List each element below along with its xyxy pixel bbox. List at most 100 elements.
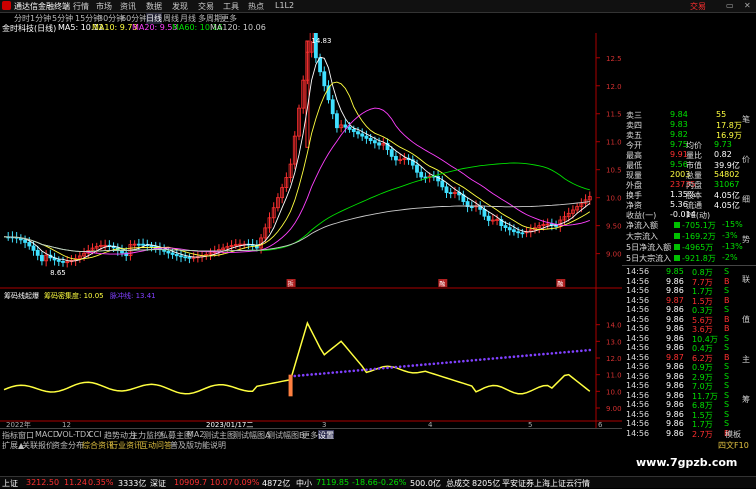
extension-tab[interactable]: 普及版功能说明 — [170, 440, 226, 451]
menu-item[interactable]: 市场 — [96, 1, 112, 12]
side-tab[interactable]: 主 — [742, 354, 750, 365]
tick-volume: 2.7万 — [692, 429, 713, 439]
tick-row: 14:56 9.86 1.5万 S — [622, 410, 756, 420]
ma-line — [3, 81, 591, 260]
indicator-series-label: 脉冲线: 13.41 — [110, 291, 156, 300]
kline-ytick: 9.50 — [606, 223, 622, 231]
pulse-dot — [512, 355, 516, 359]
candle-body — [23, 239, 27, 243]
menu-item[interactable]: 热点 — [248, 1, 264, 12]
candle-body — [394, 155, 398, 161]
pulse-dot — [407, 364, 410, 368]
extension-tab[interactable]: 关联报价 — [22, 440, 54, 451]
tick-time: 14:56 — [626, 333, 650, 343]
pulse-dot — [588, 348, 592, 352]
tick-price: 9.87 — [666, 352, 684, 362]
indicator-tab[interactable]: MACD — [35, 430, 59, 439]
tick-row: 14:56 9.86 10.4万 S — [622, 334, 756, 344]
tick-time: 14:56 — [626, 276, 650, 286]
tick-side: B — [724, 295, 730, 305]
extension-tab[interactable]: 行业资讯 — [110, 440, 142, 451]
extension-tab[interactable]: 扩展▲ — [2, 440, 24, 451]
indicator-series-label: 筹码密集度: 10.05 — [44, 291, 104, 300]
market-status-bar: 上证 3212.50 11.24 0.35% 3333亿 深证 10909.7 … — [0, 476, 756, 488]
tick-row: 14:56 9.86 0.9万 S — [622, 362, 756, 372]
side-tab[interactable]: 势 — [742, 234, 750, 245]
sz-index-change: 10.07 — [210, 478, 233, 487]
pulse-dot — [318, 372, 322, 376]
close-icon[interactable]: ✕ — [744, 1, 751, 10]
flow-bar-icon — [674, 233, 680, 239]
menu-item[interactable]: 资讯 — [120, 1, 136, 12]
pulse-dot — [466, 359, 469, 363]
smallcap-index-label[interactable]: 中小 — [296, 478, 312, 489]
menu-item[interactable]: 工具 — [223, 1, 239, 12]
pulse-dot — [462, 359, 465, 363]
quote-row: 净资 5.36 流通 4.05亿 — [622, 200, 756, 210]
side-tab[interactable]: 笔 — [742, 114, 750, 125]
candle-body — [40, 254, 44, 262]
sz-index-label[interactable]: 深证 — [150, 478, 166, 489]
pulse-dot — [584, 349, 587, 352]
candle-body — [351, 129, 356, 133]
side-tab[interactable]: 联 — [742, 274, 750, 285]
side-tab[interactable]: 筹 — [742, 394, 750, 405]
chart-area[interactable]: 12.50 12.00 11.50 11.00 10.50 10.00 9.50 9.00 14… — [0, 33, 622, 428]
quote-value: 9.83 — [670, 120, 688, 129]
pulse-dot — [344, 370, 347, 373]
menu-item[interactable]: 发现 — [172, 1, 188, 12]
tick-price: 9.86 — [666, 400, 684, 409]
pulse-dot — [365, 368, 368, 371]
ma-line — [3, 107, 590, 255]
pulse-dot — [293, 374, 297, 378]
extension-tab[interactable]: 资金分布 — [52, 440, 84, 451]
flow-label: 大宗流入 — [626, 232, 658, 241]
pulse-dot — [571, 350, 575, 353]
pulse-dot — [419, 363, 423, 367]
indicator-tab[interactable]: MA2 — [187, 430, 204, 439]
kline-ytick: 11.00 — [606, 139, 622, 147]
pulse-dot — [563, 350, 566, 354]
quote-value: 9.84 — [670, 110, 688, 119]
right-side-tabs: 笔价细势联值主筹 — [738, 110, 756, 438]
side-tab[interactable]: 值 — [742, 314, 750, 325]
menu-item[interactable]: 数据 — [146, 1, 162, 12]
menu-item[interactable]: L1L2 — [275, 1, 294, 10]
f10-button[interactable]: 四文F10 — [718, 440, 749, 451]
tick-price: 9.86 — [666, 362, 684, 371]
extension-tab[interactable]: 互动问答 — [140, 440, 172, 451]
menu-item[interactable]: 交易 — [198, 1, 214, 12]
tick-side: S — [724, 286, 730, 295]
extension-bar: 扩展▲ 关联报价 资金分布 综合资讯 行业资讯 互动问答 普及版功能说明 模板 四文F10 — [0, 430, 756, 451]
candle-body — [448, 192, 453, 194]
pulse-dot — [516, 355, 520, 358]
pulse-dot — [533, 353, 537, 357]
side-tab[interactable]: 价 — [742, 154, 750, 165]
flow-pct: -3% — [722, 231, 738, 240]
menu-item[interactable]: 行情 — [73, 1, 89, 12]
side-tab[interactable]: 细 — [742, 194, 750, 205]
indicator-tab[interactable]: VOL-TDX — [57, 430, 92, 439]
flow-row: 净流入额 -705.1万 -15% — [622, 220, 756, 230]
ma-legend-item: MA10: 9.73 — [92, 23, 138, 32]
candle-body — [343, 124, 348, 128]
pulse-dot — [445, 361, 448, 364]
kline-ytick: 9.00 — [606, 251, 622, 259]
pulse-dot — [301, 373, 305, 377]
kline-ytick: 11.50 — [606, 111, 622, 119]
template-button[interactable]: 模板 — [725, 429, 741, 440]
tick-row: 14:56 9.86 7.0万 S — [622, 381, 756, 391]
pulse-dot — [424, 363, 427, 366]
maximize-icon[interactable]: ▭ — [726, 1, 734, 10]
flow-value: -921.8万 — [682, 254, 716, 263]
indicator-tab[interactable]: CCI — [88, 430, 102, 439]
candle-body — [322, 71, 327, 87]
trade-button[interactable]: 交易 — [690, 1, 706, 12]
quote-volume: 55 — [716, 110, 727, 119]
candle-body — [507, 227, 512, 231]
pulse-dot — [432, 362, 436, 366]
sh-index-label[interactable]: 上证 — [2, 478, 18, 489]
tick-side: S — [724, 400, 730, 409]
indicator-ytick: 13.00 — [606, 338, 622, 346]
pulse-dot — [373, 367, 377, 371]
